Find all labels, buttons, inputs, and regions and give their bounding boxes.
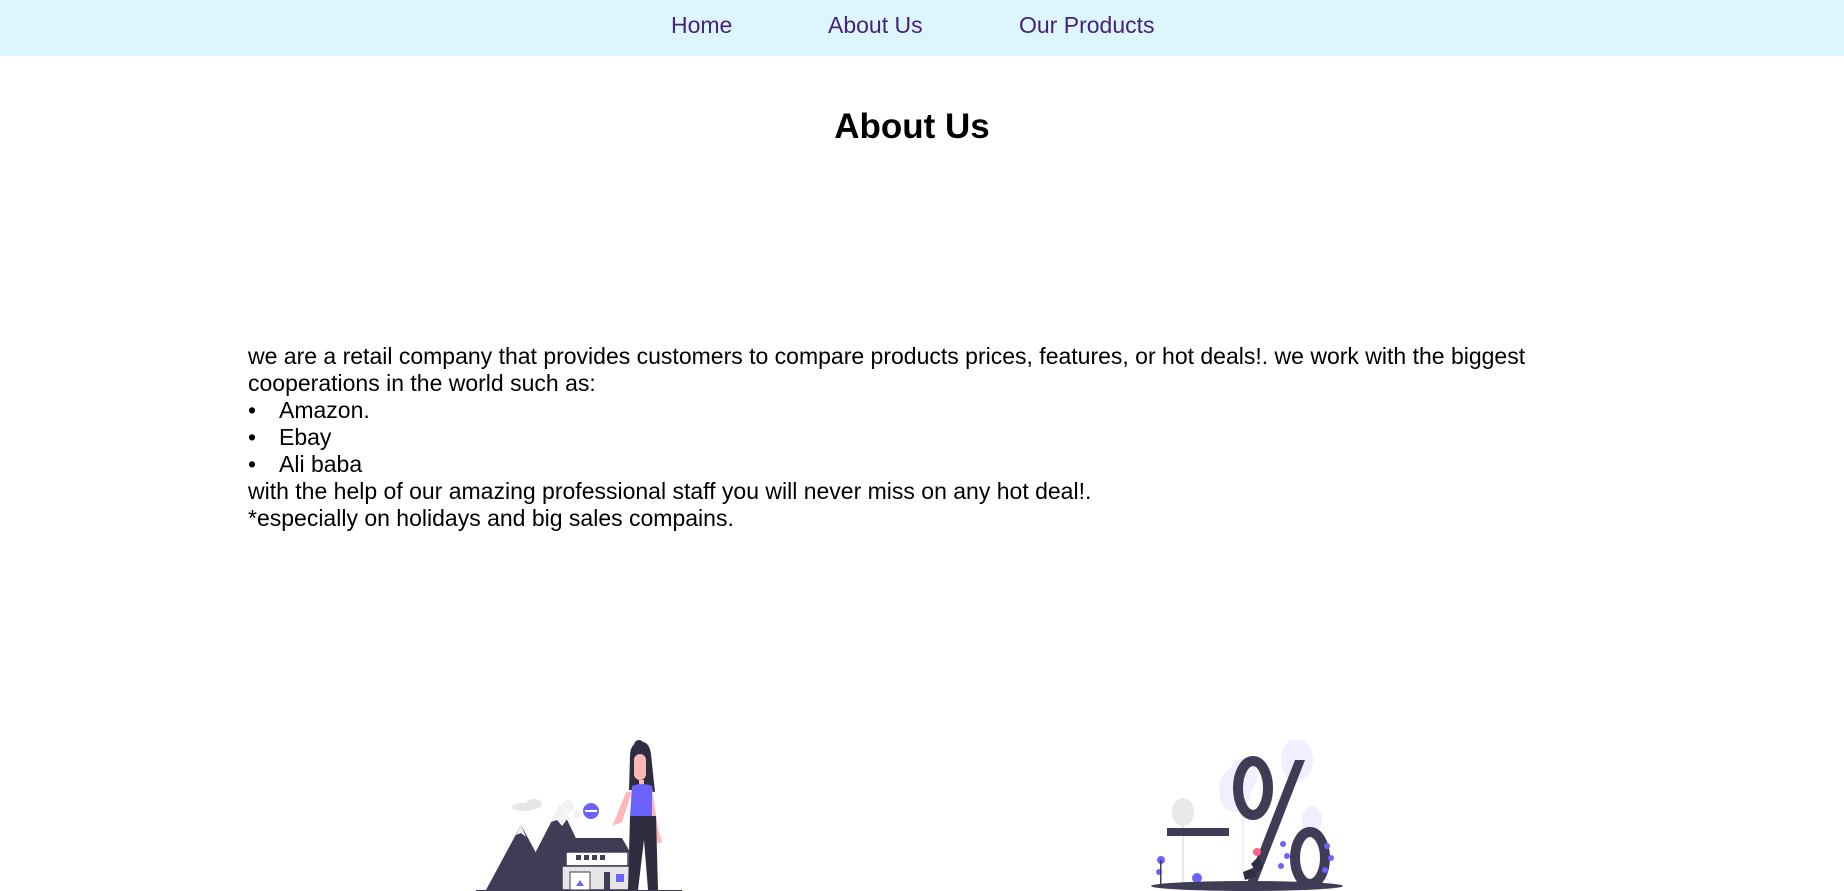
about-content: we are a retail company that provides cu… (248, 343, 1568, 532)
partner-name: Amazon. (279, 397, 370, 423)
footnote-line: *especially on holidays and big sales co… (248, 505, 734, 531)
partner-name: Ali baba (279, 451, 363, 477)
nav-link-our-products[interactable]: Our Products (1019, 12, 1155, 38)
bullet-icon: • (248, 451, 257, 477)
woman-with-house-and-mountains-illustration (476, 740, 682, 891)
list-item: • Ali baba (248, 451, 1568, 478)
partner-name: Ebay (279, 424, 332, 450)
partners-list: • Amazon. • Ebay • Ali baba (248, 397, 1568, 478)
bullet-icon: • (248, 424, 257, 450)
list-item: • Ebay (248, 424, 1568, 451)
nav-link-home[interactable]: Home (671, 12, 732, 38)
page-title: About Us (834, 107, 990, 146)
nav-link-about-us[interactable]: About Us (828, 12, 923, 38)
intro-paragraph: we are a retail company that provides cu… (248, 343, 1526, 396)
percent-sale-illustration (1151, 740, 1343, 891)
bullet-icon: • (248, 397, 257, 423)
top-navigation-bar: Home About Us Our Products (0, 0, 1844, 56)
outro-line: with the help of our amazing professiona… (248, 478, 1092, 504)
list-item: • Amazon. (248, 397, 1568, 424)
